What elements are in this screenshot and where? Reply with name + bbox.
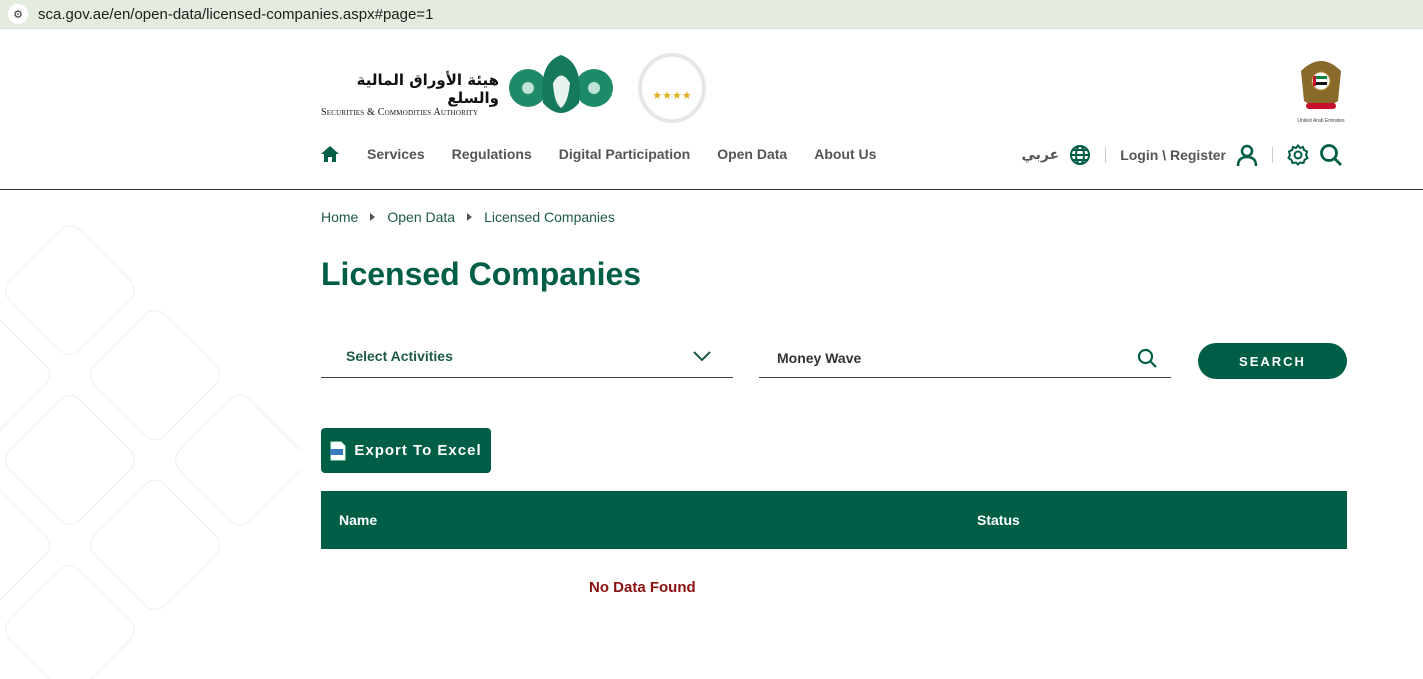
table-header: Name Status: [321, 491, 1347, 549]
nav-digital-participation[interactable]: Digital Participation: [559, 146, 690, 162]
rating-seal: ★★★★: [638, 53, 706, 123]
breadcrumb-open-data[interactable]: Open Data: [387, 209, 455, 225]
export-label: Export To Excel: [354, 442, 482, 459]
uae-label: United Arab Emirates: [1297, 118, 1345, 124]
xls-file-icon: [330, 441, 346, 460]
language-toggle[interactable]: عربي: [1022, 147, 1060, 163]
site-settings-icon[interactable]: ⚙: [8, 4, 28, 24]
export-excel-button[interactable]: Export To Excel: [321, 428, 491, 473]
falcon-emblem-icon: [509, 55, 613, 113]
background-pattern: [0, 190, 300, 679]
nav-about-us[interactable]: About Us: [814, 146, 876, 162]
breadcrumb-current: Licensed Companies: [484, 209, 615, 225]
globe-icon[interactable]: [1069, 144, 1091, 166]
divider: [1105, 147, 1107, 163]
search-input[interactable]: [777, 349, 1117, 366]
column-name[interactable]: Name: [339, 512, 377, 528]
search-field: [759, 338, 1171, 378]
site-header: هيئة الأوراق المالية والسلع Securities &…: [0, 37, 1423, 190]
address-bar[interactable]: ⚙ sca.gov.ae/en/open-data/licensed-compa…: [0, 0, 1423, 29]
breadcrumb: Home Open Data Licensed Companies: [321, 209, 615, 225]
sca-logo[interactable]: هيئة الأوراق المالية والسلع Securities &…: [321, 71, 499, 118]
main-nav: Services Regulations Digital Participati…: [320, 145, 876, 163]
select-label: Select Activities: [346, 348, 453, 364]
settings-gear-icon[interactable]: [1287, 144, 1309, 166]
user-icon[interactable]: [1236, 144, 1258, 166]
search-button[interactable]: SEARCH: [1198, 343, 1347, 379]
home-icon[interactable]: [320, 145, 340, 163]
stars-icon: ★★★★: [652, 89, 692, 102]
uae-falcon-icon: [1301, 61, 1341, 109]
nav-regulations[interactable]: Regulations: [452, 146, 532, 162]
page-title: Licensed Companies: [321, 256, 642, 292]
activities-select[interactable]: Select Activities: [321, 335, 733, 378]
url-text[interactable]: sca.gov.ae/en/open-data/licensed-compani…: [38, 6, 433, 23]
search-icon[interactable]: [1319, 143, 1343, 167]
search-icon[interactable]: [1137, 348, 1157, 368]
login-register-link[interactable]: Login \ Register: [1120, 147, 1226, 163]
header-actions: عربي Login \ Register: [1022, 143, 1344, 167]
column-status[interactable]: Status: [977, 512, 1020, 528]
uae-emblem: United Arab Emirates: [1296, 51, 1346, 124]
empty-state-message: No Data Found: [589, 579, 696, 596]
divider: [1272, 147, 1273, 163]
logo-english: Securities & Commodities Authority: [321, 107, 479, 118]
chevron-down-icon: [693, 351, 711, 361]
nav-open-data[interactable]: Open Data: [717, 146, 787, 162]
chevron-right-icon: [370, 213, 376, 221]
breadcrumb-home[interactable]: Home: [321, 209, 358, 225]
chevron-right-icon: [467, 213, 473, 221]
nav-services[interactable]: Services: [367, 146, 425, 162]
logo-arabic: هيئة الأوراق المالية والسلع: [356, 71, 499, 107]
